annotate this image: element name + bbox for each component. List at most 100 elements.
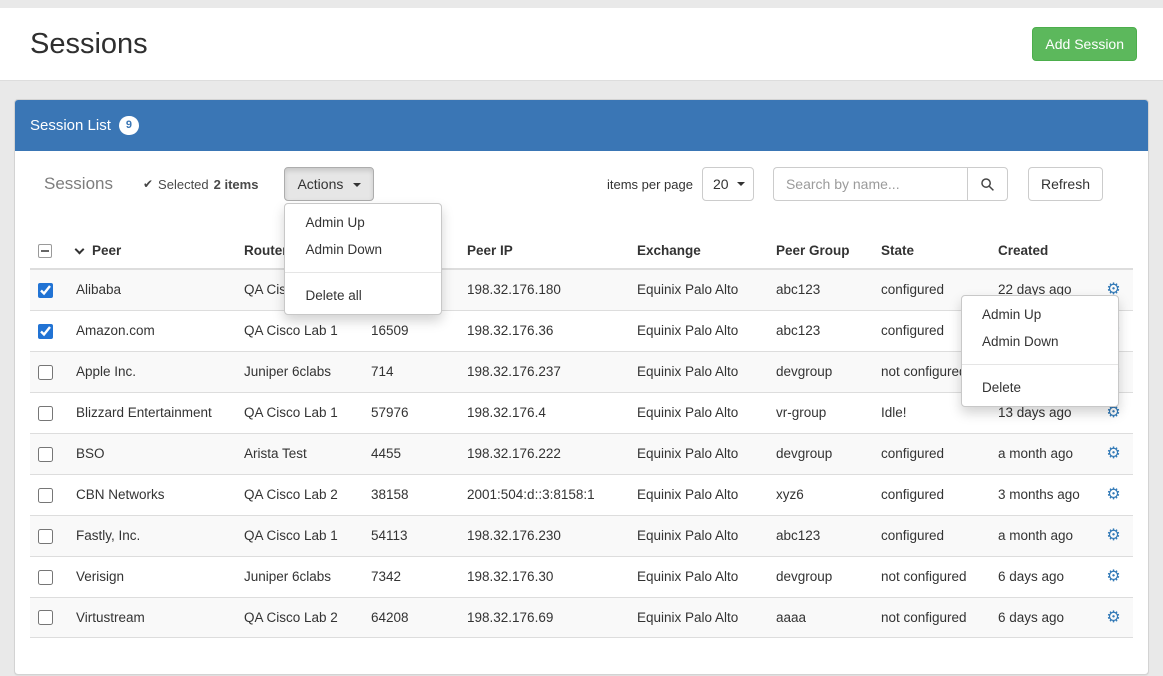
cell-peer-ip: 198.32.176.69 — [459, 597, 629, 638]
row-checkbox[interactable] — [38, 365, 53, 380]
cell-peer: BSO — [68, 433, 236, 474]
cell-exchange: Equinix Palo Alto — [629, 515, 768, 556]
select-all-checkbox[interactable] — [38, 244, 52, 258]
refresh-button[interactable]: Refresh — [1028, 167, 1103, 201]
col-header-peer-ip[interactable]: Peer IP — [459, 233, 629, 269]
cell-peer: Fastly, Inc. — [68, 515, 236, 556]
row-checkbox[interactable] — [38, 283, 53, 298]
search-input[interactable] — [773, 167, 967, 201]
sort-desc-icon — [75, 245, 85, 255]
row-checkbox[interactable] — [38, 406, 53, 421]
cell-peer-ip: 198.32.176.237 — [459, 351, 629, 392]
cell-state: configured — [873, 515, 990, 556]
cell-peer-group: devgroup — [768, 556, 873, 597]
add-session-button[interactable]: Add Session — [1032, 27, 1137, 61]
col-header-state[interactable]: State — [873, 233, 990, 269]
cell-router: QA Cisco Lab 1 — [236, 515, 363, 556]
cell-asn: 57976 — [363, 392, 459, 433]
cell-checkbox — [30, 474, 68, 515]
search-group — [773, 167, 1008, 201]
table-row: CBN Networks QA Cisco Lab 2 38158 2001:5… — [30, 474, 1133, 515]
menu-item-admin-up[interactable]: Admin Up — [285, 209, 441, 236]
cell-checkbox — [30, 310, 68, 351]
toolbar-title: Sessions — [44, 174, 113, 194]
table-row: Verisign Juniper 6clabs 7342 198.32.176.… — [30, 556, 1133, 597]
cell-router: Juniper 6clabs — [236, 351, 363, 392]
cell-created: a month ago — [990, 433, 1094, 474]
cell-actions: ⚙ — [1094, 474, 1133, 515]
page-title: Sessions — [30, 28, 148, 61]
items-per-page-select[interactable]: 20 — [702, 167, 754, 201]
check-icon: ✔ — [143, 177, 153, 191]
cell-state: not configured — [873, 556, 990, 597]
col-header-peer[interactable]: Peer — [68, 233, 236, 269]
panel-heading: Session List 9 — [15, 100, 1148, 151]
menu-divider — [962, 364, 1118, 365]
selected-summary: ✔ Selected 2 items — [143, 177, 258, 192]
cell-checkbox — [30, 269, 68, 310]
row-checkbox[interactable] — [38, 324, 53, 339]
cell-peer-ip: 198.32.176.4 — [459, 392, 629, 433]
cell-peer-group: abc123 — [768, 310, 873, 351]
col-header-peer-group[interactable]: Peer Group — [768, 233, 873, 269]
menu-item-admin-down[interactable]: Admin Down — [285, 236, 441, 263]
cell-peer: Alibaba — [68, 269, 236, 310]
cell-created: 6 days ago — [990, 556, 1094, 597]
caret-down-icon — [737, 182, 745, 186]
cell-asn: 54113 — [363, 515, 459, 556]
cell-peer: Virtustream — [68, 597, 236, 638]
cell-exchange: Equinix Palo Alto — [629, 269, 768, 310]
row-menu-item-delete[interactable]: Delete — [962, 374, 1118, 401]
select-all-header — [30, 233, 68, 269]
row-menu-item-admin-down[interactable]: Admin Down — [962, 328, 1118, 355]
cell-checkbox — [30, 392, 68, 433]
items-per-page-label: items per page — [607, 177, 693, 192]
cell-checkbox — [30, 351, 68, 392]
cell-asn: 4455 — [363, 433, 459, 474]
items-per-page-value: 20 — [713, 176, 729, 192]
col-header-created[interactable]: Created — [990, 233, 1094, 269]
gear-icon[interactable]: ⚙ — [1106, 568, 1120, 585]
cell-peer-group: abc123 — [768, 515, 873, 556]
cell-peer-group: xyz6 — [768, 474, 873, 515]
cell-peer-ip: 2001:504:d::3:8158:1 — [459, 474, 629, 515]
col-header-peer-label: Peer — [92, 243, 121, 258]
session-count-badge: 9 — [119, 116, 139, 135]
menu-item-delete-all[interactable]: Delete all — [285, 282, 441, 309]
row-checkbox[interactable] — [38, 610, 53, 625]
search-button[interactable] — [967, 167, 1008, 201]
cell-exchange: Equinix Palo Alto — [629, 310, 768, 351]
row-checkbox[interactable] — [38, 447, 53, 462]
cell-asn: 64208 — [363, 597, 459, 638]
cell-asn: 38158 — [363, 474, 459, 515]
cell-asn: 7342 — [363, 556, 459, 597]
row-checkbox[interactable] — [38, 529, 53, 544]
caret-down-icon — [353, 183, 361, 187]
cell-actions: ⚙ — [1094, 515, 1133, 556]
cell-checkbox — [30, 515, 68, 556]
cell-exchange: Equinix Palo Alto — [629, 597, 768, 638]
cell-created: 6 days ago — [990, 597, 1094, 638]
cell-peer-group: abc123 — [768, 269, 873, 310]
selected-count: 2 items — [214, 177, 259, 192]
actions-button[interactable]: Actions — [284, 167, 374, 201]
actions-button-label: Actions — [297, 176, 343, 192]
gear-icon[interactable]: ⚙ — [1106, 486, 1120, 503]
row-checkbox[interactable] — [38, 488, 53, 503]
cell-peer-ip: 198.32.176.222 — [459, 433, 629, 474]
col-header-exchange[interactable]: Exchange — [629, 233, 768, 269]
cell-actions: ⚙ — [1094, 433, 1133, 474]
table-row: BSO Arista Test 4455 198.32.176.222 Equi… — [30, 433, 1133, 474]
row-menu-item-admin-up[interactable]: Admin Up — [962, 301, 1118, 328]
gear-icon[interactable]: ⚙ — [1106, 609, 1120, 626]
cell-created: 3 months ago — [990, 474, 1094, 515]
cell-exchange: Equinix Palo Alto — [629, 474, 768, 515]
cell-actions: ⚙ — [1094, 556, 1133, 597]
toolbar: Sessions ✔ Selected 2 items Actions Admi… — [30, 167, 1133, 201]
gear-icon[interactable]: ⚙ — [1106, 527, 1120, 544]
session-list-panel: Session List 9 Sessions ✔ Selected 2 ite… — [14, 99, 1149, 675]
gear-icon[interactable]: ⚙ — [1106, 445, 1120, 462]
row-checkbox[interactable] — [38, 570, 53, 585]
cell-actions: ⚙ — [1094, 597, 1133, 638]
cell-router: Arista Test — [236, 433, 363, 474]
